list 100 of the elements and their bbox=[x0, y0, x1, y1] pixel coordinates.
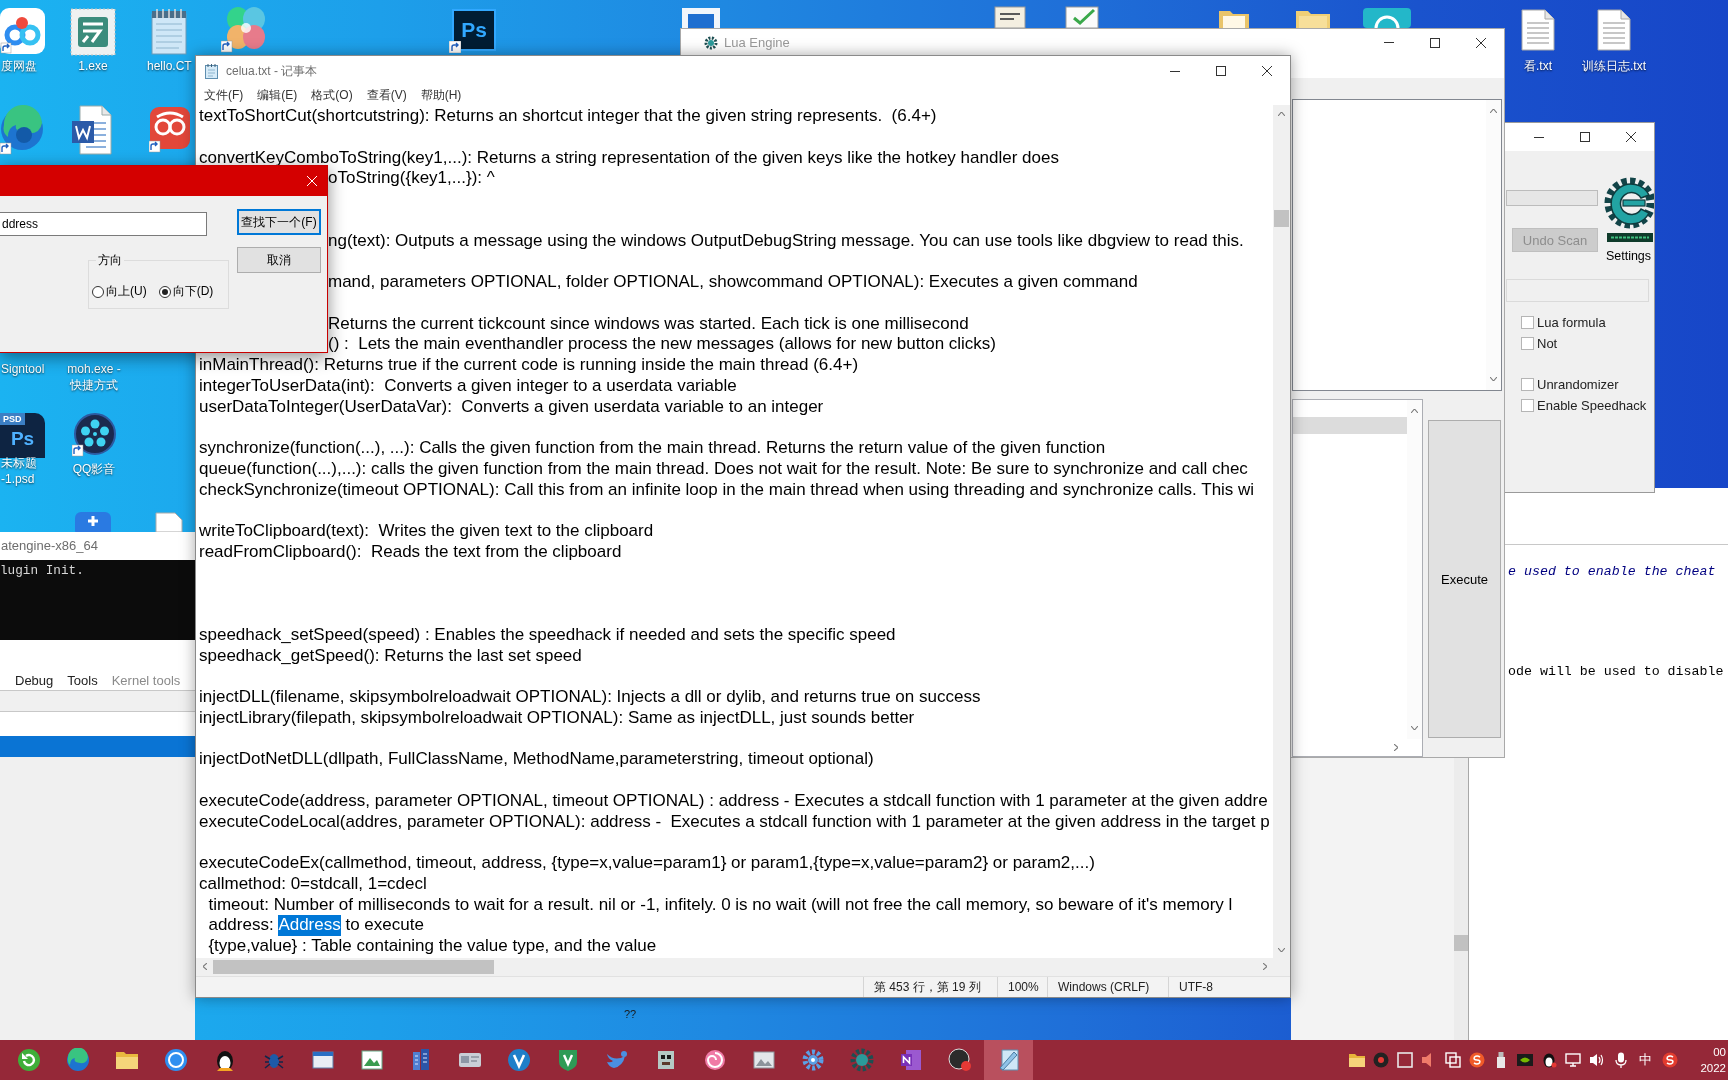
round-app-icon[interactable] bbox=[1469, 1052, 1486, 1068]
scrollbar[interactable] bbox=[1486, 100, 1501, 390]
value-field[interactable] bbox=[1506, 279, 1649, 302]
group-label: 方向 bbox=[97, 252, 123, 269]
radio-button[interactable] bbox=[92, 285, 104, 298]
clock[interactable]: 00 2022 bbox=[1700, 1044, 1726, 1076]
menu-item[interactable]: 编辑(E) bbox=[250, 86, 305, 105]
penguin-icon[interactable] bbox=[1541, 1052, 1558, 1068]
scroll-up-icon[interactable] bbox=[1411, 409, 1418, 413]
round-app-icon[interactable] bbox=[1662, 1052, 1679, 1068]
maximize-icon bbox=[1580, 132, 1590, 142]
program-icon[interactable] bbox=[70, 8, 116, 56]
scroll-down-icon[interactable] bbox=[1278, 947, 1285, 952]
text-line: executeCodeEx(callmethod, timeout, address, {type=x,value=param1} or param1,{type=x,value=param2} or param2,...) bbox=[199, 853, 1095, 874]
window-icon[interactable] bbox=[1445, 1052, 1462, 1068]
text-line: convertKeyComboToString(key1,...): Returns a string representation of the given keys like the hotkey handler does bbox=[199, 147, 1059, 169]
radio-button[interactable] bbox=[158, 285, 171, 298]
text-line: timeout: Number of milliseconds to wait for a result. nil or -1, infitely. 0 is no wait (will not free the call memory, so beware of it's memory l bbox=[207, 894, 1233, 916]
code-comment: e used to enable the cheat bbox=[1508, 563, 1716, 581]
menu-item[interactable]: 文件(F) bbox=[197, 86, 251, 105]
record-icon[interactable] bbox=[1373, 1052, 1390, 1068]
checkbox-option[interactable]: Not bbox=[1521, 333, 1558, 354]
menu-item[interactable]: Tools bbox=[67, 673, 98, 689]
scroll-right-icon[interactable] bbox=[1394, 744, 1398, 751]
checkbox-option[interactable]: Lua formula bbox=[1521, 312, 1606, 333]
search-field[interactable]: ddress bbox=[0, 212, 207, 236]
app-icon[interactable]: Ps bbox=[452, 9, 496, 51]
notepad-icon[interactable] bbox=[149, 9, 189, 55]
maximize-icon bbox=[1216, 66, 1226, 76]
icon-label: moh.exe - 快捷方式 bbox=[67, 361, 121, 393]
scroll-right-icon[interactable] bbox=[1262, 963, 1267, 970]
find-next-button[interactable]: 查找下一个(F) bbox=[237, 209, 321, 235]
scrollbar-thumb[interactable] bbox=[213, 960, 494, 974]
document-icon[interactable] bbox=[72, 105, 112, 155]
text-line: queue(function(...),...): calls the given function from the main thread. Does not wait for the result. Note: Be sure to synchronize and call chec bbox=[199, 458, 1248, 480]
text-line: userDataToInteger(UserDataVar): Converts a given userdata variable to an integer bbox=[199, 396, 824, 418]
scrollbar-thumb[interactable] bbox=[1274, 210, 1289, 227]
folder-icon[interactable] bbox=[1296, 8, 1330, 28]
text-line: writeToClipboard(text): Writes the given text to the clipboard bbox=[199, 521, 654, 542]
browser-icon bbox=[65, 1048, 90, 1072]
text-line: speedhack_getSpeed(): Returns the last set speed bbox=[199, 645, 582, 667]
desktop-text: ?? bbox=[624, 1008, 637, 1021]
checkbox-option[interactable]: Unrandomizer bbox=[1521, 374, 1619, 395]
scroll-down-icon[interactable] bbox=[1411, 726, 1418, 730]
checkbox-option[interactable]: Enable Speedhack bbox=[1521, 395, 1647, 416]
scrollbar[interactable] bbox=[1407, 400, 1422, 739]
list-box[interactable] bbox=[1292, 399, 1423, 757]
window-icon bbox=[310, 1048, 335, 1072]
checkbox[interactable] bbox=[1521, 337, 1534, 350]
text-line: synchronize(function(...), ...): Calls the given function from the main thread. Returns the return value of the given function bbox=[199, 438, 1106, 459]
picture-icon bbox=[359, 1048, 384, 1072]
scrollbar-thumb[interactable] bbox=[1454, 935, 1468, 951]
scroll-down-icon[interactable] bbox=[1490, 377, 1497, 381]
folder-icon[interactable] bbox=[1349, 1052, 1366, 1068]
film-reel-icon[interactable] bbox=[72, 413, 116, 457]
app-icon[interactable] bbox=[149, 105, 191, 153]
scroll-left-icon[interactable] bbox=[202, 963, 207, 970]
code-line: ode will be used to disable bbox=[1508, 663, 1724, 681]
checkbox[interactable] bbox=[1521, 316, 1534, 329]
text-file-icon[interactable] bbox=[1597, 9, 1631, 51]
menu-item[interactable]: Debug bbox=[15, 673, 54, 689]
text-line: executeCodeLocal(addres, parameter OPTIONAL): address - Executes a stdcall function with 1 parameter at the given address in the target p bbox=[199, 811, 1270, 833]
execute-button[interactable]: Execute bbox=[1428, 420, 1501, 738]
text-line: callmethod: 0=stdcall, 1=cdecl bbox=[199, 873, 427, 895]
checkbox[interactable] bbox=[1521, 378, 1534, 391]
speaker-icon[interactable] bbox=[1589, 1052, 1606, 1068]
menu-item[interactable]: 帮助(H) bbox=[413, 86, 469, 105]
app-icon[interactable] bbox=[682, 8, 720, 28]
scrollbar[interactable] bbox=[196, 958, 1290, 976]
encoding: UTF-8 bbox=[1168, 977, 1290, 997]
square-icon[interactable] bbox=[1397, 1052, 1414, 1068]
zoom-level: 100% bbox=[997, 977, 1047, 997]
app-icon[interactable] bbox=[75, 512, 111, 532]
radio-option[interactable]: 向下(D) bbox=[158, 283, 214, 300]
folder-icon[interactable] bbox=[1219, 8, 1249, 28]
close-icon bbox=[307, 176, 317, 186]
text-file-icon[interactable] bbox=[1521, 9, 1555, 51]
menu-item[interactable]: 查看(V) bbox=[359, 86, 414, 105]
monitor-icon[interactable] bbox=[1565, 1052, 1582, 1068]
picture-icon bbox=[751, 1048, 776, 1072]
cancel-button[interactable]: 取消 bbox=[237, 247, 321, 273]
window-title: celua.txt - 记事本 bbox=[226, 62, 318, 80]
chip-icon[interactable] bbox=[1517, 1052, 1534, 1068]
document-icon[interactable] bbox=[994, 6, 1026, 28]
radio-option[interactable]: 向上(U) bbox=[92, 283, 147, 300]
browser-icon[interactable] bbox=[0, 105, 45, 155]
shortcut-arrow-icon bbox=[449, 41, 461, 53]
file-icon[interactable]: PSD Ps bbox=[0, 413, 45, 458]
scroll-up-icon[interactable] bbox=[1278, 111, 1285, 116]
settings-label[interactable]: Settings bbox=[1605, 248, 1652, 264]
scrollbar[interactable] bbox=[1273, 105, 1290, 958]
input-method-indicator[interactable]: 中 bbox=[1639, 1051, 1653, 1069]
menu-item[interactable]: 格式(O) bbox=[304, 86, 360, 105]
cloud-app-icon[interactable] bbox=[0, 8, 45, 54]
text-line: mand, parameters OPTIONAL, folder OPTIONAL, showcommand OPTIONAL): Executes a given command bbox=[328, 272, 1138, 293]
text-line: to execute bbox=[344, 915, 424, 936]
scroll-up-icon[interactable] bbox=[1490, 109, 1497, 113]
microphone-icon[interactable] bbox=[1613, 1052, 1630, 1068]
scrollbar[interactable] bbox=[1454, 758, 1468, 1040]
checkbox[interactable] bbox=[1521, 399, 1534, 412]
